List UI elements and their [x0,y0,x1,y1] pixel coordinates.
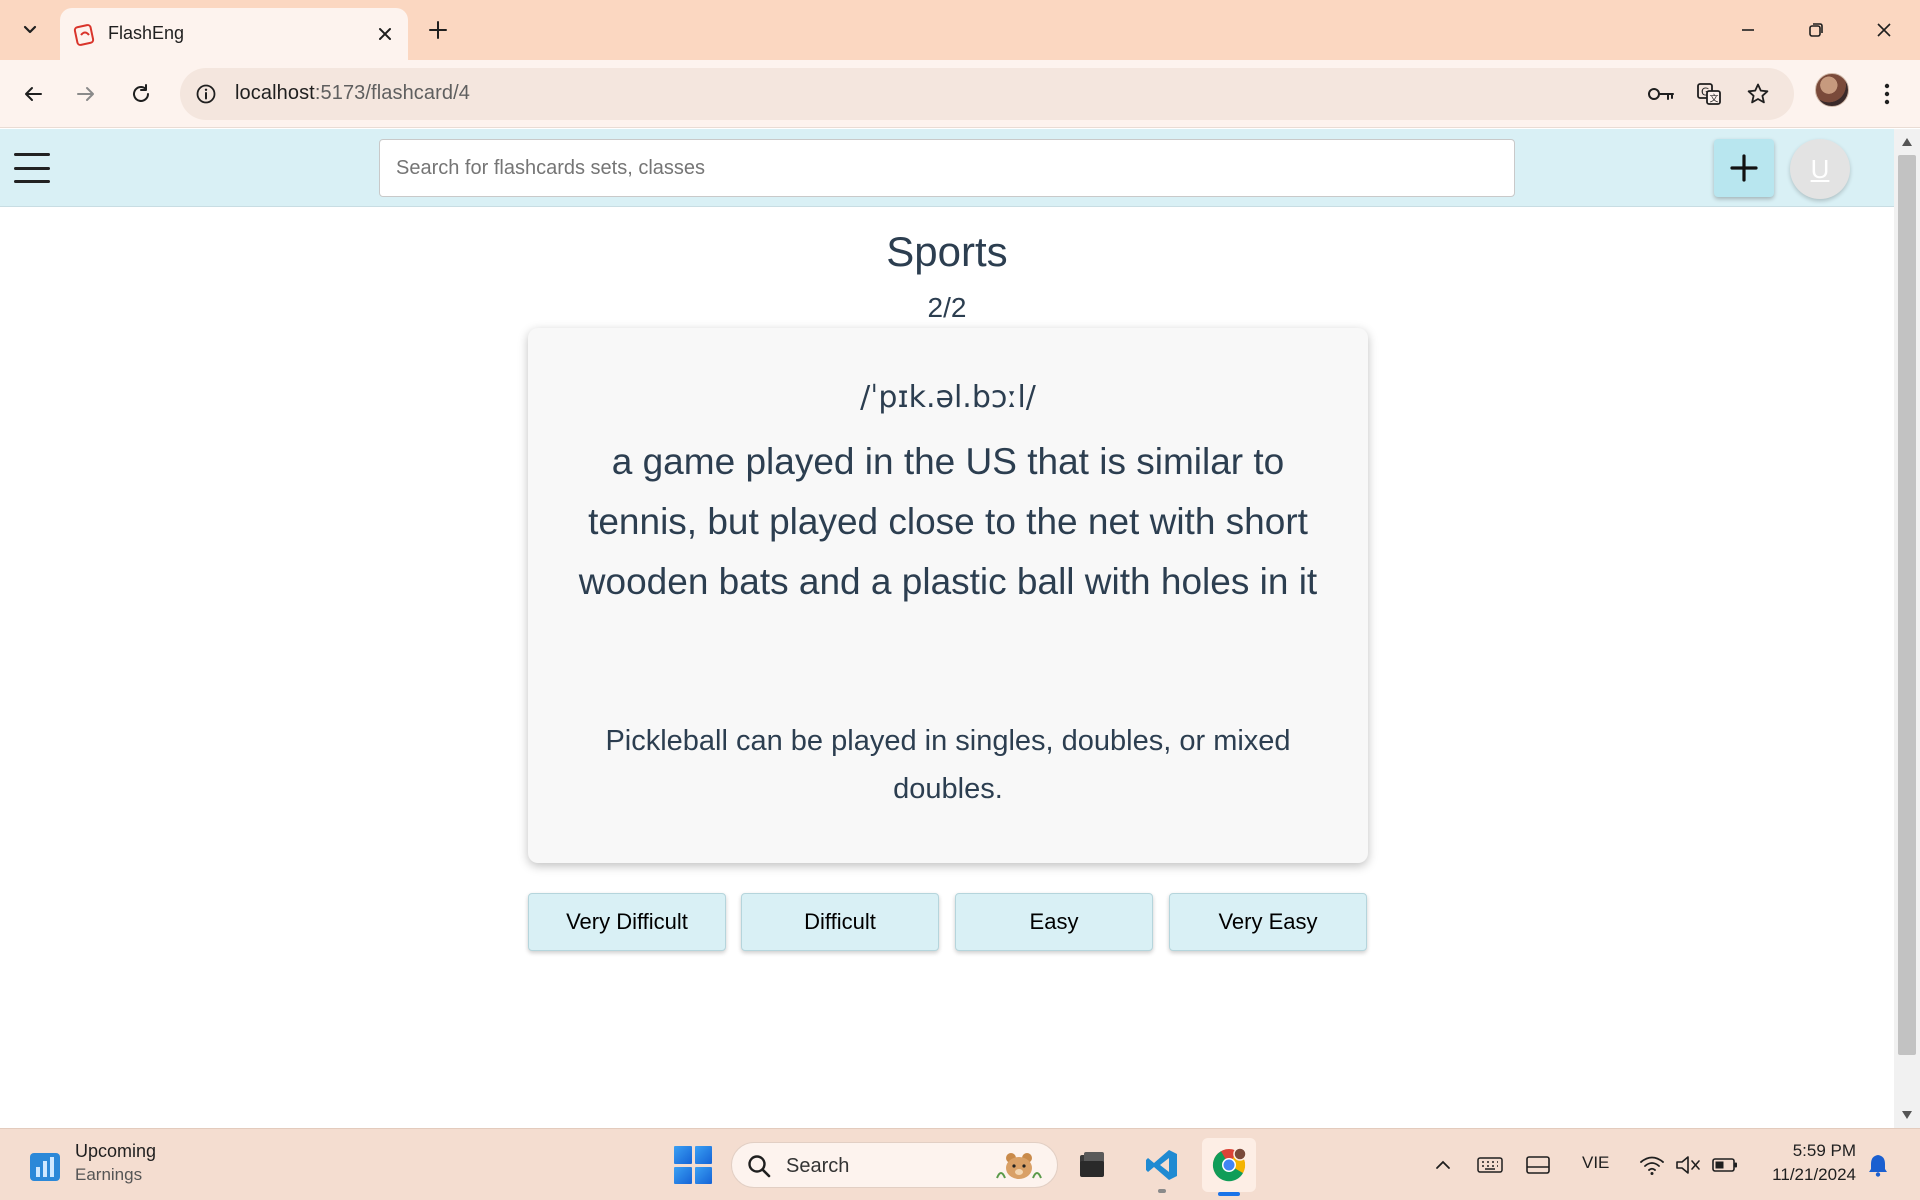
taskbar-search-box[interactable]: Search [731,1142,1058,1188]
bear-mascot-icon [996,1153,1042,1179]
flashcard[interactable]: /ˈpɪk.əl.bɔːl/ a game played in the US t… [528,328,1368,863]
browser-menu-button[interactable] [1872,74,1902,114]
tab-close-button[interactable] [372,21,398,47]
restore-icon [1809,23,1823,37]
set-title: Sports [886,228,1008,275]
plus-icon [1730,154,1758,182]
back-button[interactable] [13,74,53,114]
taskbar-search-label: Search [786,1155,850,1177]
password-key-button[interactable] [1647,80,1675,108]
close-icon [1877,23,1891,37]
very-easy-button[interactable]: Very Easy [1169,893,1367,951]
app-active-indicator [1218,1192,1240,1196]
easy-button[interactable]: Easy [955,893,1153,951]
volume-muted-icon [1676,1156,1700,1174]
battery-button[interactable] [1711,1151,1739,1179]
tablet-mode-button[interactable] [1524,1151,1552,1179]
chevron-up-icon [1436,1160,1450,1169]
url-host: localhost [235,82,315,104]
info-icon [196,84,216,104]
notifications-button[interactable] [1864,1151,1892,1179]
card-definition: a game played in the US that is similar … [578,441,1318,602]
menu-line [14,166,50,170]
widget-subtitle: Earnings [75,1165,143,1184]
chart-widget-icon[interactable] [28,1147,62,1183]
page-scrollbar[interactable] [1894,129,1920,1128]
scroll-down-arrow[interactable] [1900,1108,1914,1122]
bookmark-button[interactable] [1744,80,1772,108]
svg-text:文: 文 [1710,93,1719,105]
os-taskbar: Upcoming Earnings Search VIE 5:59 PM 11/… [0,1128,1920,1200]
close-icon [379,28,391,40]
scroll-up-arrow[interactable] [1900,135,1914,149]
vscode-icon [1146,1150,1177,1180]
plus-icon [429,21,447,39]
browser-tab-strip: FlashEng [0,0,1920,60]
key-icon [1648,88,1674,100]
input-language[interactable]: VIE [1582,1153,1609,1173]
taskbar-file-explorer[interactable] [1068,1141,1116,1189]
app-running-indicator [1158,1189,1166,1193]
minimize-icon [1742,29,1754,31]
tab-search-button[interactable] [10,12,50,48]
difficult-button[interactable]: Difficult [741,893,939,951]
app-header: U [0,129,1894,207]
clock-date[interactable]: 11/21/2024 [1756,1165,1856,1185]
wifi-button[interactable] [1638,1151,1666,1179]
address-bar[interactable]: localhost:5173/flashcard/4 G文 [180,68,1794,120]
very-difficult-button[interactable]: Very Difficult [528,893,726,951]
chevron-down-icon [23,25,37,34]
url-text: localhost:5173/flashcard/4 [235,82,470,105]
window-close-button[interactable] [1856,8,1912,52]
page-viewport: U Sports 2/2 /ˈpɪk.əl.bɔːl/ a game playe… [0,129,1894,1128]
taskbar-vscode[interactable] [1138,1141,1186,1193]
restore-button[interactable] [1788,8,1844,52]
chrome-icon [1212,1147,1247,1182]
reload-icon [133,84,149,102]
search-input[interactable] [379,139,1515,197]
widget-title: Upcoming [75,1141,157,1161]
battery-icon [1712,1158,1737,1172]
new-tab-button[interactable] [420,12,456,48]
tab-title: FlashEng [108,23,185,43]
url-path: :5173/flashcard/4 [314,82,470,104]
arrow-left-icon [25,87,42,101]
folder-icon [1080,1152,1104,1177]
wifi-icon [1640,1156,1664,1175]
windows-start-icon[interactable] [674,1146,712,1184]
card-phonetic: /ˈpɪk.əl.bɔːl/ [860,380,1036,415]
menu-icon[interactable] [14,153,50,183]
display-icon [1526,1156,1550,1174]
menu-line [14,180,50,183]
arrow-right-icon [77,87,94,101]
flasheng-favicon-icon [73,24,95,46]
search-icon [748,1155,771,1178]
site-info-button[interactable] [192,80,220,108]
create-set-button[interactable] [1714,139,1774,197]
show-hidden-icons-button[interactable] [1429,1151,1457,1179]
translate-button[interactable]: G文 [1695,80,1723,108]
star-icon [1747,83,1769,104]
reload-button[interactable] [121,74,161,114]
card-example: Pickleball can be played in singles, dou… [605,725,1291,805]
browser-tab-active[interactable]: FlashEng [60,8,408,60]
triangle-down-icon [1902,1111,1912,1119]
taskbar-chrome[interactable] [1202,1138,1256,1196]
menu-line [14,153,50,156]
more-vertical-icon [1884,83,1890,105]
browser-toolbar: localhost:5173/flashcard/4 G文 [0,60,1920,128]
bell-icon [1869,1155,1887,1177]
translate-icon: G文 [1697,83,1721,105]
triangle-up-icon [1902,138,1912,146]
minimize-button[interactable] [1720,8,1776,52]
card-progress: 2/2 [927,292,967,323]
forward-button[interactable] [66,74,106,114]
profile-avatar-button[interactable] [1815,73,1849,107]
user-avatar[interactable]: U [1790,139,1850,199]
scroll-thumb[interactable] [1898,155,1916,1055]
keyboard-icon [1477,1157,1503,1173]
clock-time[interactable]: 5:59 PM [1760,1141,1856,1161]
volume-button[interactable] [1674,1151,1702,1179]
keyboard-tray-button[interactable] [1476,1151,1504,1179]
